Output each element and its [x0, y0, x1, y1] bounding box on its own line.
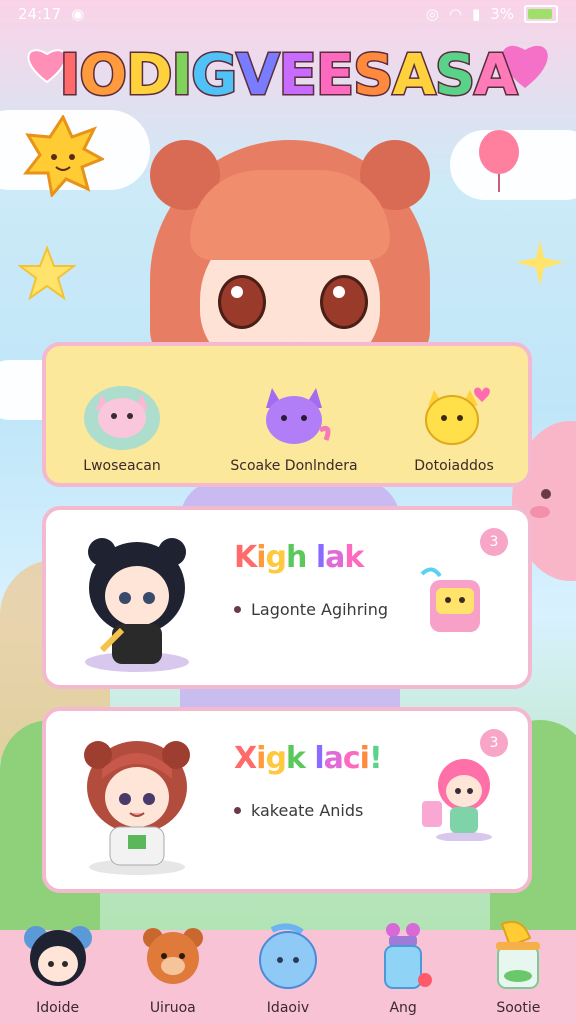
juice-box-icon [420, 567, 480, 632]
star-icon [18, 246, 76, 301]
title-letter: O [78, 43, 129, 108]
pet-label: Lwoseacan [83, 458, 161, 474]
pink-cat-icon [84, 386, 160, 450]
blue-slime-icon [258, 923, 317, 989]
nav-item-5[interactable]: Sootie [468, 920, 568, 1016]
bullet-dot [234, 807, 241, 814]
battery-text: 3% [490, 5, 514, 23]
title-letter: A [391, 43, 437, 108]
status-time: 24:17 [18, 5, 62, 23]
card-subtitle: kakeate Anids [234, 801, 363, 820]
purple-cat-icon [266, 388, 331, 444]
card-title-letter: c [342, 741, 361, 776]
nav-label: Uiruoa [149, 1000, 196, 1016]
nav-label: Idoide [36, 1000, 80, 1016]
title-letter: E [277, 43, 318, 108]
alarm-icon: ◎ [425, 5, 439, 23]
card-subtitle-text: Lagonte Agihring [251, 600, 389, 619]
pet-option-1[interactable] [82, 374, 162, 454]
card-title-letter: X [234, 741, 257, 776]
card-title: Kigh lak [234, 540, 364, 575]
title-letter: E [314, 43, 355, 108]
red-hair-chibi-icon [84, 741, 190, 875]
dark-hair-chibi-icon [85, 538, 189, 672]
nav-item-3[interactable]: Idaoiv [238, 923, 338, 1016]
panda-girl-icon [23, 926, 92, 986]
title-letter: I [58, 43, 82, 108]
nav-label: Sootie [496, 1000, 541, 1016]
balloon-icon [479, 130, 519, 192]
feature-card[interactable]: Kigh lak Lagonte Agihring 3 [42, 506, 532, 689]
nav-item-1[interactable]: Idoide [8, 926, 108, 1016]
hero-eye [320, 275, 368, 329]
title-letter: G [190, 43, 239, 108]
card-title-letter: ! [368, 741, 383, 776]
nav-label: Ang [389, 1000, 417, 1016]
card-title-letter [305, 741, 314, 776]
nav-label: Idaoiv [266, 1000, 310, 1016]
card-title-letter: l [315, 540, 326, 575]
title-letter: D [124, 43, 174, 108]
card-title-letter [306, 540, 315, 575]
title-letter: S [352, 43, 395, 108]
star-icon [516, 240, 564, 286]
pink-hair-chibi-icon [422, 759, 492, 841]
card-title-letter: g [265, 540, 288, 575]
status-bar: 24:17 ◉ ◎ ◠ ▮ 3% [0, 0, 576, 28]
title-letter: V [235, 43, 281, 108]
bottom-nav: Idoide Uiruoa Idaoiv Ang Sootie [0, 920, 576, 1024]
app-title: IODIGVEESASA [58, 46, 519, 105]
card-title-letter: k [285, 741, 306, 776]
card-title-letter: K [234, 540, 257, 575]
bullet-dot [234, 606, 241, 613]
card-title-letter: i [359, 741, 370, 776]
card-title-letter: l [314, 741, 324, 776]
hero-bangs [190, 170, 390, 260]
battery-icon [524, 5, 558, 23]
title-letter: I [170, 43, 194, 108]
pet-label: Dotoiaddos [414, 458, 494, 474]
pet-label: Scoake Donlndera [230, 458, 358, 474]
nav-item-2[interactable]: Uiruoa [123, 928, 223, 1016]
card-title: Xigk laci! [234, 741, 383, 776]
card-title-letter: i [256, 540, 266, 575]
location-icon: ◉ [71, 5, 85, 23]
card-title-letter: h [286, 540, 307, 575]
app-screen: 24:17 ◉ ◎ ◠ ▮ 3% IODIGVEESASA Lwoseacan … [0, 0, 576, 1024]
feature-card[interactable]: Xigk laci! kakeate Anids 3 [42, 707, 532, 893]
hero-eye [218, 275, 266, 329]
jar-icon [496, 920, 541, 989]
card-title-letter: a [323, 741, 344, 776]
card-title-letter: g [265, 741, 287, 776]
wifi-icon: ◠ [448, 5, 462, 23]
card-subtitle-text: kakeate Anids [251, 801, 364, 820]
card-subtitle: Lagonte Agihring [234, 600, 388, 619]
signal-icon: ▮ [471, 5, 481, 23]
card-title-letter: a [325, 540, 345, 575]
pet-option-3[interactable] [414, 374, 494, 454]
title-letter: S [433, 43, 476, 108]
bear-icon [142, 928, 203, 984]
pet-selector-card: Lwoseacan Scoake Donlndera Dotoiaddos [42, 342, 532, 487]
hero-character [130, 110, 450, 820]
pet-option-2[interactable] [254, 374, 334, 454]
nav-item-4[interactable]: Ang [353, 923, 453, 1016]
title-letter: A [473, 43, 519, 108]
yellow-cat-icon [425, 387, 490, 445]
card-title-letter: k [344, 540, 364, 575]
bottle-icon [384, 923, 433, 989]
sun-icon [22, 115, 104, 197]
